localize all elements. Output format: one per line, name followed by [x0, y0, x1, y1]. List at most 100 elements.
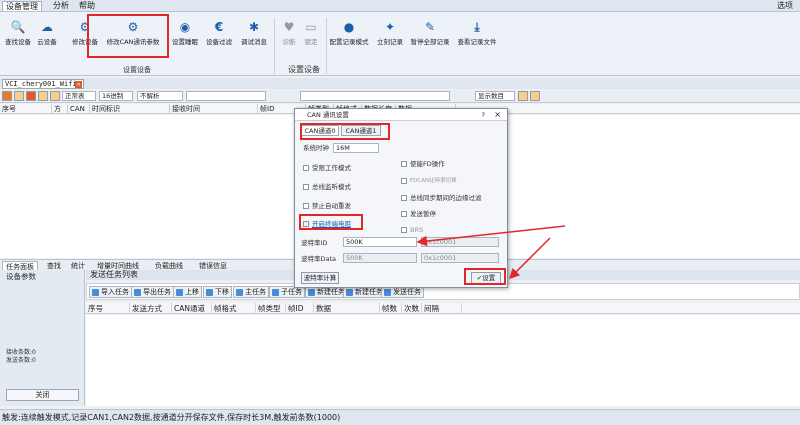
checkbox[interactable] — [401, 227, 407, 233]
pause-icon[interactable] — [14, 91, 24, 101]
view-record-file-button[interactable]: ⤓ 查看记录文件 — [454, 16, 500, 62]
bug-icon: ✱ — [248, 20, 260, 34]
highlight-box — [87, 14, 169, 58]
diagnose-button[interactable]: ♥ 诊断 — [278, 16, 300, 62]
baud-calc-button[interactable]: 波特率计算 — [301, 272, 339, 284]
option-label: 发送暂停 — [410, 210, 436, 218]
pen-icon: ✎ — [424, 20, 436, 34]
col-header[interactable]: 帧数 — [380, 303, 402, 314]
clear-icon[interactable] — [38, 91, 48, 101]
checkbox[interactable] — [401, 178, 407, 184]
col-header[interactable]: CAN通道 — [172, 303, 212, 314]
send-grid-header: 序号 发送方式 CAN通道 帧格式 帧类型 帧ID 数据 帧数 次数 间隔 — [86, 303, 800, 314]
device-tab-row — [0, 78, 800, 89]
search-input[interactable] — [300, 91, 450, 101]
baud-id-hex: 0x1c0001 — [421, 237, 499, 247]
import-task-button[interactable]: 导入任务 — [89, 286, 132, 298]
send-count: 发送条数:0 — [6, 357, 36, 364]
col-header[interactable]: 帧ID — [286, 303, 314, 314]
spark-icon: ✦ — [384, 20, 396, 34]
highlight-box — [464, 268, 506, 285]
euro-icon: € — [214, 20, 224, 34]
checkbox[interactable] — [303, 184, 309, 190]
col-header[interactable]: 帧类型 — [256, 303, 286, 314]
filter-input[interactable] — [186, 91, 266, 101]
send-grid[interactable] — [86, 315, 800, 406]
save-icon[interactable] — [530, 91, 540, 101]
clock-select[interactable]: 16M — [333, 143, 379, 153]
col-header[interactable]: 发送方式 — [130, 303, 172, 314]
baud-id-label: 波特率ID — [301, 239, 328, 247]
close-icon[interactable]: × — [494, 109, 501, 121]
help-icon[interactable]: ? — [482, 109, 485, 121]
cloud-icon: ☁ — [41, 20, 53, 34]
col-header[interactable]: 次数 — [402, 303, 422, 314]
col-header[interactable]: CAN通道 — [68, 104, 90, 123]
option-label: 禁止自动重发 — [312, 202, 351, 210]
menu-help[interactable]: 帮助 — [76, 1, 98, 11]
refresh-icon[interactable] — [518, 91, 528, 101]
col-header[interactable]: 间隔 — [422, 303, 462, 314]
menu-analysis[interactable]: 分析 — [50, 1, 72, 11]
option-label: 总线同步期间的边缘过滤 — [410, 194, 482, 202]
baud-id-select[interactable]: 500K — [343, 237, 417, 247]
clock-label: 系统时钟 — [303, 144, 329, 152]
highlight-box — [300, 123, 390, 140]
col-header[interactable]: 时间标识 — [90, 104, 170, 114]
download-icon: ⤓ — [474, 20, 480, 34]
checkbox[interactable] — [401, 211, 407, 217]
show-count-select[interactable]: 显示数目 — [475, 91, 515, 101]
device-tab[interactable]: VCI_chery001_Wifi × — [2, 79, 84, 89]
close-button[interactable]: 关闭 — [6, 389, 79, 401]
col-header[interactable]: 数据 — [314, 303, 380, 314]
close-icon[interactable]: × — [75, 81, 82, 88]
status-bar: 触发:连续触发模式,记录CAN1,CAN2数据,按通道分开保存文件,保存时长3M… — [0, 409, 800, 425]
option-label: 受限工作模式 — [312, 164, 351, 172]
col-header[interactable]: 序号 — [86, 303, 130, 314]
main-task-button[interactable]: 主任务 — [233, 286, 269, 298]
option-label: FDCAN比特率切换 — [410, 178, 457, 184]
option-label: BRS — [410, 226, 424, 234]
record-now-button[interactable]: ✦ 立刻记录 — [374, 16, 406, 62]
view-icon[interactable] — [50, 91, 60, 101]
lock-button[interactable]: ▭ 锁定 — [300, 16, 322, 62]
col-header[interactable]: 方向 — [52, 104, 68, 123]
menu-options[interactable]: 选项 — [774, 1, 796, 11]
option-label: 总线监听模式 — [312, 183, 351, 191]
option-label: 使能FD操作 — [410, 160, 445, 168]
col-header[interactable]: 帧格式 — [212, 303, 256, 314]
set-sleep-button[interactable]: ◉ 设置睡眠 — [170, 16, 200, 62]
baud-data-select[interactable]: 500K — [343, 253, 417, 263]
move-down-button[interactable]: 下移 — [203, 286, 232, 298]
col-header[interactable]: 序号 — [0, 104, 52, 114]
base-select[interactable]: 16进制 — [99, 91, 133, 101]
mode-select[interactable]: 正常表 — [62, 91, 96, 101]
export-task-button[interactable]: 导出任务 — [131, 286, 174, 298]
debug-message-button[interactable]: ✱ 调试消息 — [238, 16, 270, 62]
checkbox[interactable] — [303, 165, 309, 171]
menu-bar: 设备管理 分析 帮助 选项 — [0, 0, 800, 12]
move-up-button[interactable]: 上移 — [173, 286, 202, 298]
cloud-device-button[interactable]: ☁ 云设备 — [34, 16, 60, 62]
highlight-box — [299, 214, 363, 230]
menu-device-management[interactable]: 设备管理 — [2, 1, 42, 11]
checkbox[interactable] — [401, 195, 407, 201]
checkbox[interactable] — [303, 203, 309, 209]
pause-all-record-button[interactable]: ✎ 暂停全部记录 — [408, 16, 452, 62]
search-icon: 🔍 — [10, 20, 26, 34]
record-icon[interactable] — [26, 91, 36, 101]
checkbox[interactable] — [401, 161, 407, 167]
panel-title: 设备参数 — [6, 272, 36, 281]
sleep-icon: ◉ — [179, 20, 191, 34]
parse-select[interactable]: 不解析 — [137, 91, 183, 101]
device-filter-button[interactable]: € 设备过滤 — [204, 16, 234, 62]
baud-data-label: 波特率Data — [301, 255, 337, 263]
play-icon[interactable] — [2, 91, 12, 101]
find-device-button[interactable]: 🔍 查找设备 — [4, 16, 32, 62]
baud-data-hex: 0x1c0001 — [421, 253, 499, 263]
bulb-icon: ● — [343, 20, 355, 34]
col-header[interactable]: 接收时间 — [170, 104, 258, 114]
dialog-title: CAN 通讯设置 ? × — [295, 109, 507, 121]
config-record-mode-button[interactable]: ● 配置记录模式 — [326, 16, 372, 62]
monitor-icon: ▭ — [305, 20, 317, 34]
